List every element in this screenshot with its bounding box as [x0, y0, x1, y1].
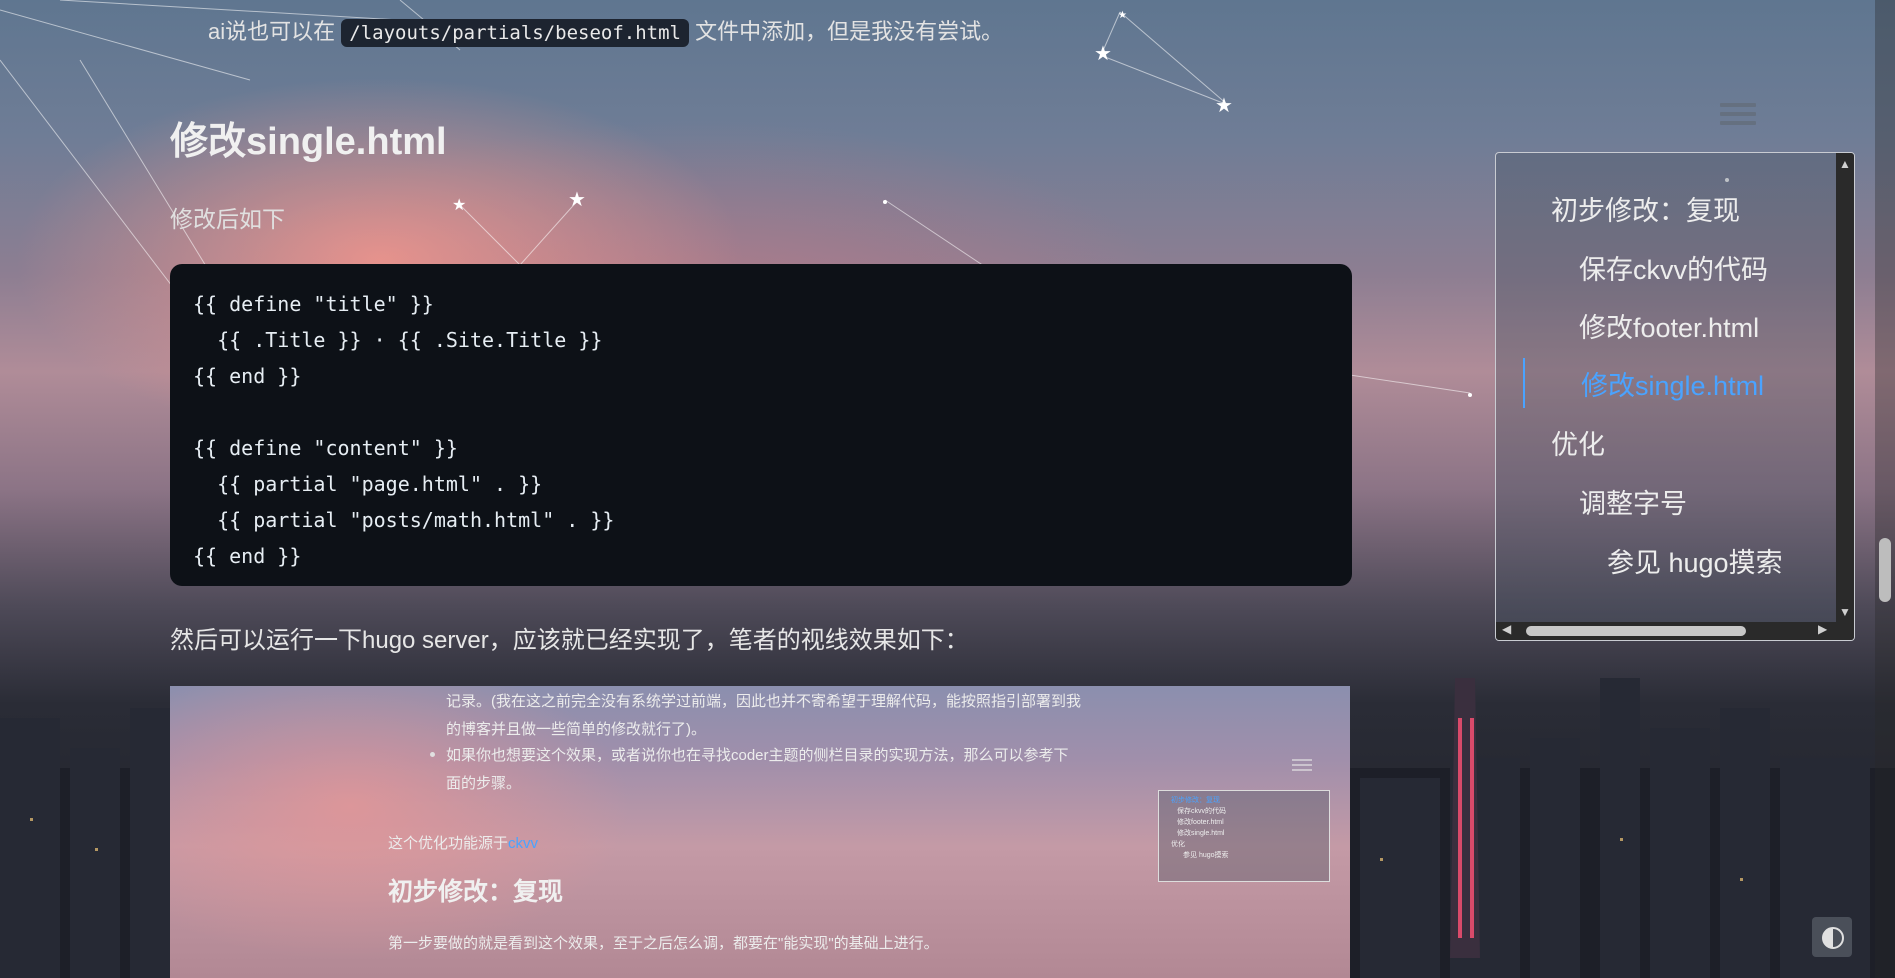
mini-toc-item: 保存ckvv的代码	[1177, 808, 1226, 815]
theme-toggle-button[interactable]	[1812, 917, 1852, 957]
result-screenshot-image: 记录。(我在这之前完全没有系统学过前端，因此也并不寄希望于理解代码，能按照指引部…	[170, 686, 1350, 978]
svg-text:★: ★	[1118, 10, 1127, 21]
code-line: {{ end }}	[193, 364, 302, 388]
mini-toc-item: 初步修改：复现	[1171, 797, 1220, 804]
hamburger-menu-icon[interactable]	[1720, 98, 1756, 134]
page-scrollbar[interactable]	[1875, 0, 1895, 978]
svg-text:★: ★	[1715, 817, 1726, 831]
toc-item-footer[interactable]: 修改footer.html	[1579, 306, 1759, 345]
page-scroll-thumb[interactable]	[1879, 538, 1891, 602]
toc-horizontal-scrollbar[interactable]: ◀ ▶	[1496, 622, 1836, 640]
code-line: {{ end }}	[193, 544, 302, 568]
menu-bar	[1720, 121, 1756, 125]
toc-item-single[interactable]: 修改single.html	[1581, 364, 1764, 403]
embedded-source-line: 这个优化功能源于ckvv	[388, 832, 538, 853]
contrast-toggle-icon	[1822, 927, 1844, 949]
scrollbar-corner	[1836, 622, 1854, 640]
embedded-heading: 初步修改：复现	[388, 878, 564, 906]
table-of-contents[interactable]: 初步修改：复现 保存ckvv的代码 修改footer.html 修改single…	[1495, 152, 1855, 641]
toc-item-reproduce[interactable]: 初步修改：复现	[1551, 189, 1740, 228]
embedded-source-prefix: 这个优化功能源于	[388, 835, 509, 852]
embedded-text-line: 记录。(我在这之前完全没有系统学过前端，因此也并不寄希望于理解代码，能按照指引部…	[446, 693, 1081, 710]
code-line: {{ .Title }} · {{ .Site.Title }}	[193, 328, 603, 352]
scroll-thumb[interactable]	[1526, 626, 1746, 636]
embedded-menu-icon	[1292, 756, 1312, 774]
embedded-text-line: 如果你也想要这个效果，或者说你也在寻找coder主题的侧栏目录的实现方法，那么可…	[446, 747, 1069, 764]
svg-text:★: ★	[1215, 95, 1233, 117]
toc-item-font-size[interactable]: 调整字号	[1579, 482, 1687, 521]
embedded-source-link: ckvv	[508, 835, 539, 852]
embedded-text-line: 的博客并且做一些简单的修改就行了)。	[446, 721, 706, 738]
menu-bar	[1720, 112, 1756, 116]
mini-toc-item: 修改single.html	[1177, 830, 1225, 837]
toc-item-optimize[interactable]: 优化	[1551, 423, 1605, 462]
code-block[interactable]: {{ define "title" }} {{ .Title }} · {{ .…	[170, 264, 1352, 586]
scroll-left-arrow-icon[interactable]: ◀	[1502, 622, 1511, 636]
code-line: {{ partial "page.html" . }}	[193, 472, 543, 496]
inline-paragraph: ai说也可以在 /layouts/partials/beseof.html 文件…	[208, 14, 1004, 47]
scroll-right-arrow-icon[interactable]: ▶	[1818, 622, 1827, 636]
section-heading: 修改single.html	[170, 121, 447, 163]
svg-text:★: ★	[1645, 801, 1658, 817]
embedded-text-line: 面的步骤。	[446, 775, 522, 792]
toc-item-save-ckvv[interactable]: 保存ckvv的代码	[1579, 248, 1768, 287]
toc-item-hugo[interactable]: 参见 hugo摸索	[1607, 541, 1783, 580]
section-intro: 修改后如下	[170, 206, 285, 232]
embedded-mini-toc: 初步修改：复现 保存ckvv的代码 修改footer.html 修改single…	[1158, 790, 1330, 882]
code-line: {{ define "title" }}	[193, 292, 434, 316]
embedded-paragraph: 第一步要做的就是看到这个效果，至于之后怎么调，都要在"能实现"的基础上进行。	[388, 935, 939, 952]
after-code-paragraph: 然后可以运行一下hugo server，应该就已经实现了，笔者的视线效果如下：	[170, 627, 969, 654]
toc-active-indicator	[1523, 358, 1525, 408]
code-line: {{ partial "posts/math.html" . }}	[193, 508, 615, 532]
svg-text:★: ★	[1094, 43, 1112, 65]
scroll-up-arrow-icon[interactable]: ▲	[1839, 157, 1851, 171]
svg-text:★: ★	[1782, 826, 1802, 851]
toc-vertical-scrollbar[interactable]: ▲ ▼	[1836, 153, 1854, 623]
paragraph-prefix: ai说也可以在	[208, 19, 336, 44]
svg-text:★: ★	[568, 189, 586, 211]
mini-toc-item: 参见 hugo摸索	[1183, 852, 1229, 859]
code-line: {{ define "content" }}	[193, 436, 458, 460]
paragraph-suffix: 文件中添加，但是我没有尝试。	[695, 19, 1004, 44]
svg-text:★: ★	[452, 197, 466, 214]
mini-toc-item: 优化	[1171, 841, 1185, 848]
mini-toc-item: 修改footer.html	[1177, 819, 1224, 826]
menu-bar	[1720, 103, 1756, 107]
scroll-down-arrow-icon[interactable]: ▼	[1839, 605, 1851, 619]
inline-code-path: /layouts/partials/beseof.html	[341, 19, 689, 47]
bullet-icon	[430, 752, 435, 757]
